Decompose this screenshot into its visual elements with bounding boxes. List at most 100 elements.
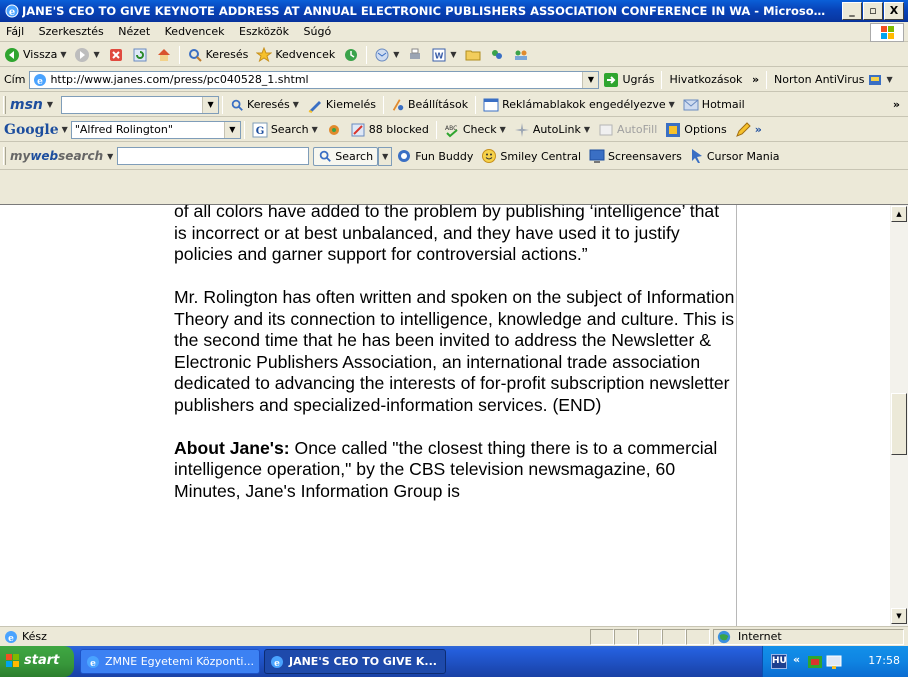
mail-icon: [375, 48, 389, 61]
word-icon: W: [432, 48, 446, 61]
settings-button[interactable]: Beállítások: [387, 95, 472, 115]
menu-file[interactable]: Fájl: [0, 22, 29, 38]
network-icon[interactable]: [807, 654, 823, 670]
chevron-down-icon[interactable]: ▼: [886, 75, 892, 84]
home-button[interactable]: [152, 45, 176, 65]
start-button[interactable]: start: [0, 646, 74, 677]
chevron-down-icon[interactable]: ▼: [584, 125, 590, 134]
messenger-button[interactable]: [485, 45, 509, 65]
mywebsearch-input[interactable]: [117, 147, 310, 165]
autolink-label: AutoLink: [532, 123, 581, 136]
msn-search-dropdown-icon[interactable]: ▼: [202, 96, 219, 113]
chevron-down-icon[interactable]: ▼: [500, 125, 506, 134]
chevron-down-icon[interactable]: ▼: [60, 50, 66, 59]
chevron-down-icon[interactable]: ▼: [393, 50, 399, 59]
msn-search-button[interactable]: Keresés ▼: [226, 95, 303, 115]
scroll-down-button[interactable]: ▼: [891, 608, 907, 624]
svg-text:G: G: [256, 126, 265, 137]
print-icon: [410, 48, 421, 59]
print-button[interactable]: [403, 45, 427, 65]
refresh-button[interactable]: [128, 45, 152, 65]
spellcheck-button[interactable]: ABC Check ▼: [440, 120, 510, 140]
popup-blocker-button[interactable]: Reklámablakok engedélyezve ▼: [479, 95, 679, 115]
chevron-down-icon[interactable]: ▼: [107, 152, 113, 161]
chevron-down-icon[interactable]: ▼: [669, 100, 675, 109]
article-body: of all colors have added to the problem …: [174, 204, 736, 524]
close-button[interactable]: X: [884, 2, 904, 20]
address-input[interactable]: e http://www.janes.com/press/pc040528_1.…: [29, 70, 600, 89]
scroll-thumb[interactable]: [891, 393, 907, 455]
chevron-right-icon[interactable]: »: [755, 123, 762, 136]
mywebsearch-dropdown-button[interactable]: ▼: [378, 146, 393, 166]
address-dropdown-icon[interactable]: ▼: [582, 71, 599, 88]
show-hidden-icons-button[interactable]: «: [793, 653, 800, 666]
vertical-scrollbar[interactable]: ▲ ▼: [890, 204, 908, 626]
monitor-tray-icon[interactable]: [826, 654, 842, 670]
menu-tools[interactable]: Eszközök: [233, 22, 294, 38]
svg-text:e: e: [90, 659, 96, 669]
mail-button[interactable]: ▼: [370, 45, 403, 65]
search-button[interactable]: Keresés: [183, 45, 253, 65]
chevron-right-icon[interactable]: »: [893, 98, 908, 111]
msn-logo[interactable]: msn: [10, 97, 43, 113]
status-cell: [590, 629, 614, 645]
msn-search-input[interactable]: ▼: [61, 95, 220, 114]
article-paragraph: of all colors have added to the problem …: [174, 204, 720, 264]
toolbar-grip[interactable]: [3, 147, 6, 165]
chevron-down-icon[interactable]: ▼: [47, 100, 53, 109]
google-search-button[interactable]: G Search ▼: [248, 120, 322, 140]
chevron-down-icon[interactable]: ▼: [293, 100, 299, 109]
options-button[interactable]: Options: [661, 120, 730, 140]
screensavers-button[interactable]: Screensavers: [585, 146, 686, 166]
smiley-button[interactable]: Smiley Central: [477, 146, 585, 166]
folder-button[interactable]: [461, 45, 485, 65]
discuss-button[interactable]: [509, 45, 533, 65]
autofill-button[interactable]: AutoFill: [594, 120, 661, 140]
autolink-button[interactable]: AutoLink ▼: [510, 120, 594, 140]
taskbar-button-zmne[interactable]: e ZMNE Egyetemi Központi...: [80, 649, 260, 674]
google-search-dropdown-icon[interactable]: ▼: [223, 121, 240, 138]
forward-button[interactable]: ▼: [70, 45, 103, 65]
chevron-down-icon[interactable]: ▼: [93, 50, 99, 59]
screensavers-label: Screensavers: [608, 149, 682, 163]
maximize-button[interactable]: ▫: [863, 2, 883, 20]
chevron-down-icon[interactable]: ▼: [312, 125, 318, 134]
menu-favorites[interactable]: Kedvencek: [159, 22, 230, 38]
hotmail-button[interactable]: Hotmail: [679, 95, 749, 115]
cursormania-button[interactable]: Cursor Mania: [686, 146, 784, 166]
links-button[interactable]: Hivatkozások »: [665, 70, 763, 90]
stop-button[interactable]: [104, 45, 128, 65]
language-indicator[interactable]: HU: [771, 654, 787, 669]
pencil-button[interactable]: [731, 120, 755, 140]
popup-blocked-button[interactable]: 88 blocked: [346, 120, 433, 140]
scroll-up-button[interactable]: ▲: [891, 206, 907, 222]
menu-help[interactable]: Súgó: [298, 22, 337, 38]
pagerank-button[interactable]: [322, 120, 346, 140]
edit-button[interactable]: W ▼: [427, 45, 460, 65]
google-search-input[interactable]: "Alfred Rolington" ▼: [70, 120, 241, 139]
toolbar-grip[interactable]: [3, 95, 6, 114]
mywebsearch-search-button[interactable]: Search: [313, 146, 379, 166]
norton-button[interactable]: Norton AntiVirus ▼: [770, 70, 897, 90]
minimize-button[interactable]: _: [842, 2, 862, 20]
chevron-down-icon[interactable]: ▼: [450, 50, 456, 59]
back-button[interactable]: Vissza ▼: [0, 45, 70, 65]
status-cell: [638, 629, 662, 645]
system-tray: HU « 17:58: [762, 646, 908, 677]
google-logo[interactable]: Google: [4, 122, 59, 138]
menu-edit[interactable]: Szerkesztés: [33, 22, 109, 38]
task-label: JANE'S CEO TO GIVE K...: [289, 655, 437, 668]
address-bar: Cím e http://www.janes.com/press/pc04052…: [0, 68, 908, 92]
highlight-button[interactable]: Kiemelés: [303, 95, 380, 115]
menu-view[interactable]: Nézet: [112, 22, 155, 38]
favorites-button[interactable]: Kedvencek: [252, 45, 339, 65]
history-button[interactable]: [339, 45, 363, 65]
taskbar-button-janes[interactable]: e JANE'S CEO TO GIVE K...: [264, 649, 446, 674]
funbuddy-button[interactable]: Fun Buddy: [392, 146, 477, 166]
folder-icon: [465, 50, 481, 60]
popup-blocked-icon: [351, 123, 365, 136]
messenger-icon: [491, 49, 502, 59]
mywebsearch-logo[interactable]: mywebsearch: [10, 149, 103, 163]
chevron-down-icon[interactable]: ▼: [62, 125, 68, 134]
go-button[interactable]: Ugrás: [599, 70, 658, 90]
